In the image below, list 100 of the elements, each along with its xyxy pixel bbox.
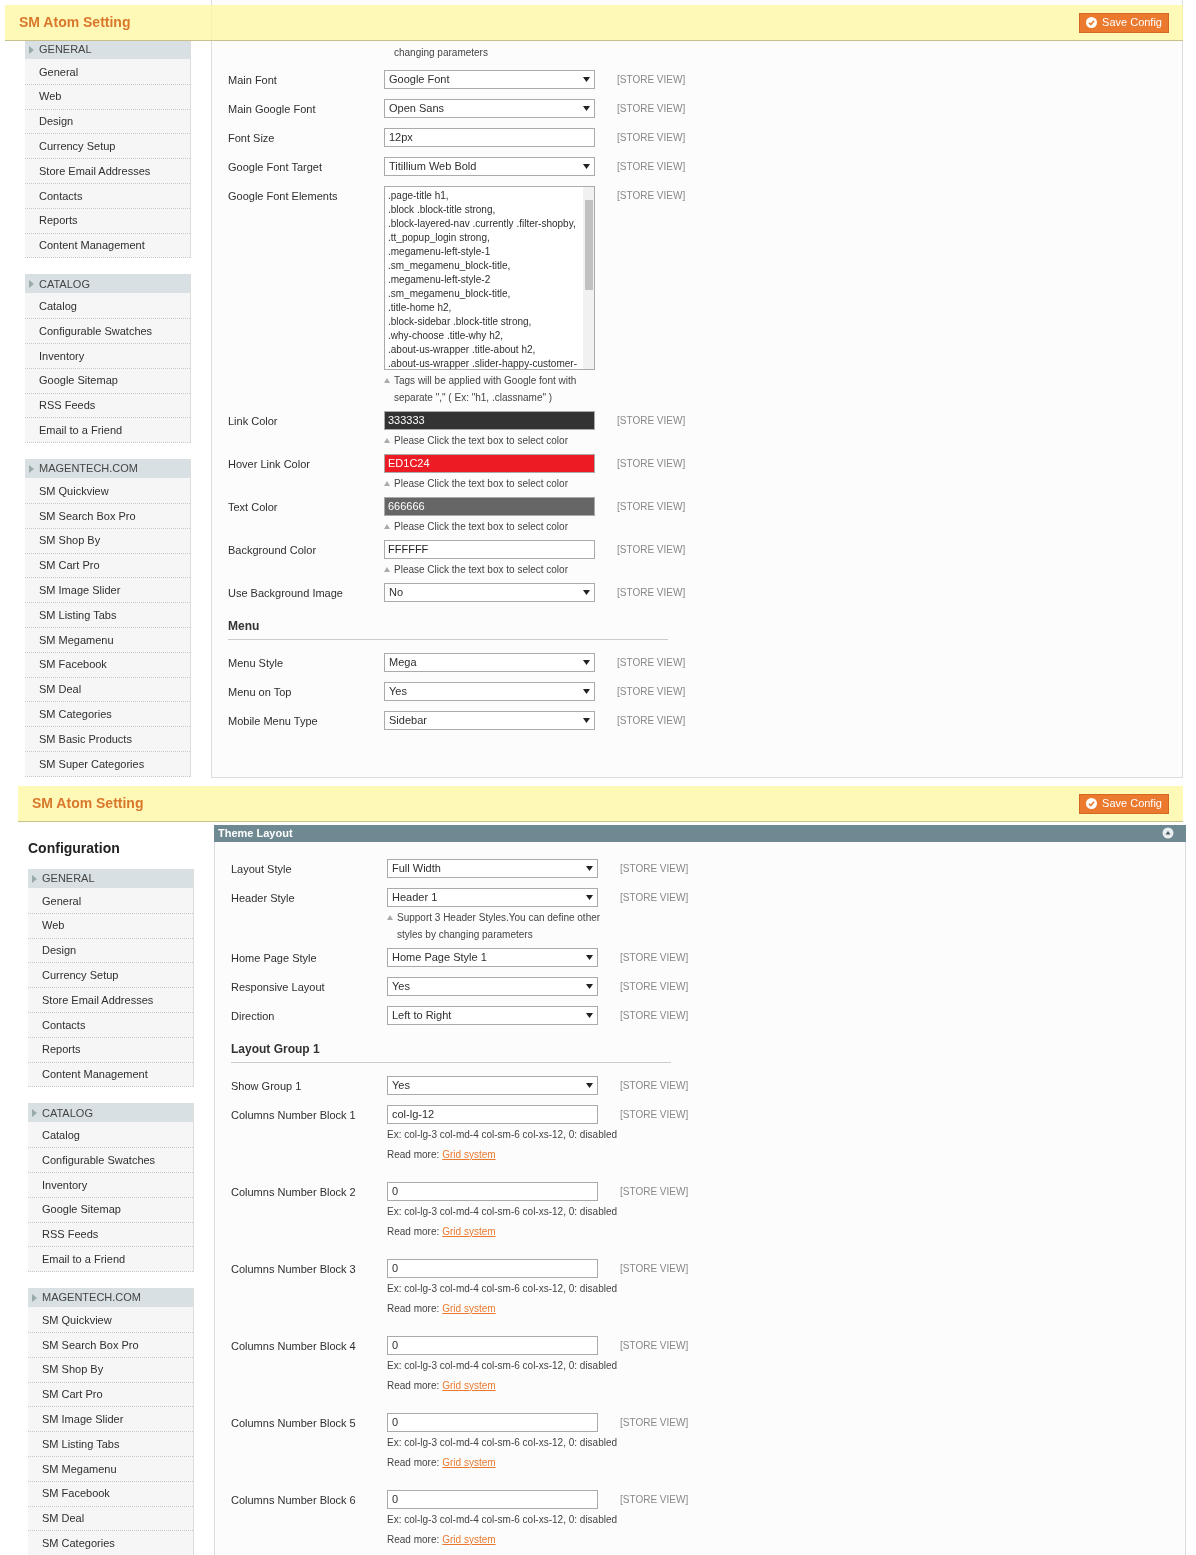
scrollbar[interactable] [583, 187, 594, 369]
sidebar-item[interactable]: Google Sitemap [28, 1197, 193, 1223]
sidebar-item[interactable]: Catalog [28, 1123, 193, 1149]
dropdown-select[interactable]: Yes [384, 682, 595, 701]
color-input-field[interactable]: 666666 [384, 497, 595, 516]
dropdown-select[interactable]: Mega [384, 653, 595, 672]
sidebar-item[interactable]: Design [25, 109, 190, 135]
triangle-icon [387, 914, 393, 920]
input-field[interactable]: 0 [387, 1258, 598, 1278]
dropdown-select[interactable]: Google Font [384, 70, 595, 89]
sidebar-item[interactable]: Currency Setup [28, 963, 193, 989]
sidebar-item[interactable]: SM Facebook [25, 652, 190, 678]
sidebar-item[interactable]: Web [25, 84, 190, 110]
textarea-field[interactable]: .page-title h1, .block .block-title strong, .block-layered-nav .currently .filter-shopby, .tt_popup_login strong, .megamenu-left-style-1 .sm_megamenu_block-title, .megamenu-left-style-2 .sm_megamenu_block-title, .title-home h2, .block-sidebar .block-title strong, .why-choose .title-why h2, .about-us-wrapper .title-about h2, .about-us-wrapper .slider-happy-customer- [384, 186, 595, 370]
note-text: Support 3 Header Styles.You can define other styles by changing parameters [397, 910, 602, 942]
sidebar-item[interactable]: SM Super Categories [25, 751, 190, 777]
sidebar-item[interactable]: SM Listing Tabs [28, 1432, 193, 1457]
sidebar-item[interactable]: Inventory [25, 343, 190, 369]
color-input-field[interactable]: 333333 [384, 411, 595, 430]
dropdown-select[interactable]: Header 1 [387, 887, 598, 907]
dropdown-select[interactable]: Left to Right [387, 1005, 598, 1025]
sidebar-item[interactable]: SM Search Box Pro [25, 503, 190, 529]
dropdown-select[interactable]: No [384, 583, 595, 602]
input-field[interactable]: 0 [387, 1181, 598, 1201]
sidebar-item[interactable]: SM Facebook [28, 1481, 193, 1507]
sidebar-item[interactable]: RSS Feeds [28, 1222, 193, 1248]
input-field[interactable]: 0 [387, 1412, 598, 1432]
dropdown-select[interactable]: Titillium Web Bold [384, 157, 595, 176]
dropdown-select[interactable]: Sidebar [384, 711, 595, 730]
sidebar-item[interactable]: SM Search Box Pro [28, 1332, 193, 1358]
triangle-icon [384, 378, 390, 383]
sidebar-item[interactable]: SM Shop By [28, 1357, 193, 1383]
dropdown-select[interactable]: Home Page Style 1 [387, 947, 598, 967]
sidebar-item[interactable]: SM Deal [28, 1506, 193, 1532]
section-bar[interactable]: Theme Layout [214, 825, 1186, 842]
sidebar-item[interactable]: SM Image Slider [28, 1407, 193, 1433]
sidebar-item[interactable]: SM Quickview [25, 479, 190, 504]
sidebar-item[interactable]: RSS Feeds [25, 393, 190, 419]
sidebar-item[interactable]: Store Email Addresses [25, 159, 190, 184]
sidebar-item[interactable]: SM Megamenu [28, 1456, 193, 1482]
triangle-icon [29, 279, 34, 288]
sidebar-item[interactable]: SM Cart Pro [25, 553, 190, 579]
section-header[interactable]: CATALOG [28, 1103, 193, 1123]
sidebar-item[interactable]: SM Deal [25, 677, 190, 703]
dropdown-select[interactable]: Yes [387, 1075, 598, 1095]
sidebar-item[interactable]: Content Management [25, 233, 190, 259]
sidebar-item[interactable]: Content Management [28, 1062, 193, 1088]
section-header[interactable]: MAGENTECH.COM [28, 1288, 193, 1308]
sidebar-item[interactable]: SM Shop By [25, 528, 190, 554]
sidebar-item[interactable]: Google Sitemap [25, 368, 190, 394]
section-header[interactable]: CATALOG [25, 274, 190, 294]
triangle-icon [32, 874, 37, 883]
color-input-field[interactable]: ED1C24 [384, 454, 595, 473]
field-label: Layout Style [231, 861, 293, 877]
section-header[interactable]: GENERAL [28, 869, 193, 888]
dropdown-select[interactable]: Full Width [387, 858, 598, 878]
sidebar-item[interactable]: Reports [25, 208, 190, 234]
sidebar-item[interactable]: Contacts [28, 1013, 193, 1038]
caret-icon [583, 106, 590, 111]
sidebar-item[interactable]: SM Cart Pro [28, 1382, 193, 1408]
triangle-icon [384, 481, 390, 486]
dropdown-select[interactable]: Yes [387, 976, 598, 996]
triangle-icon [32, 1293, 37, 1302]
dropdown-select[interactable]: Open Sans [384, 99, 595, 118]
sidebar-item[interactable]: General [25, 60, 190, 85]
caret-icon [583, 77, 590, 82]
section-header[interactable]: MAGENTECH.COM [25, 459, 190, 479]
sidebar-item[interactable]: SM Listing Tabs [25, 603, 190, 628]
sidebar-item[interactable]: Contacts [25, 184, 190, 209]
sidebar-item[interactable]: Configurable Swatches [28, 1148, 193, 1173]
scope-label: [STORE VIEW] [617, 102, 686, 116]
triangle-icon [32, 1108, 37, 1117]
sidebar-item[interactable]: Currency Setup [25, 134, 190, 160]
sidebar-item[interactable]: Email to a Friend [28, 1247, 193, 1273]
input-field[interactable]: 12px [384, 128, 595, 147]
field-label: Google Font Elements [228, 189, 339, 204]
sidebar-item[interactable]: Reports [28, 1037, 193, 1063]
sidebar-item[interactable]: SM Image Slider [25, 578, 190, 604]
sidebar-item[interactable]: SM Categories [28, 1531, 193, 1555]
sidebar-item[interactable]: SM Categories [25, 702, 190, 728]
sidebar-item[interactable]: Design [28, 938, 193, 964]
sidebar-item[interactable]: SM Megamenu [25, 627, 190, 653]
scope-label: [STORE VIEW] [617, 73, 686, 87]
color-input-field[interactable]: FFFFFF [384, 540, 595, 559]
input-field[interactable]: col-lg-12 [387, 1104, 598, 1124]
field-label: Direction [231, 1008, 276, 1024]
sidebar-item[interactable]: SM Basic Products [25, 727, 190, 752]
sidebar-item[interactable]: Catalog [25, 294, 190, 320]
scope-label: [STORE VIEW] [620, 1008, 689, 1023]
sidebar-item[interactable]: SM Quickview [28, 1308, 193, 1333]
sidebar-item[interactable]: Store Email Addresses [28, 988, 193, 1013]
hint-text: Ex: col-lg-3 col-md-4 col-sm-6 col-xs-12, 0: disabled [387, 1358, 619, 1373]
input-field[interactable]: 0 [387, 1335, 598, 1355]
sidebar-item[interactable]: Configurable Swatches [25, 319, 190, 344]
sidebar-item[interactable]: General [28, 889, 193, 914]
checkmark-icon [1086, 798, 1098, 809]
sidebar-item[interactable]: Inventory [28, 1172, 193, 1198]
sidebar-item[interactable]: Web [28, 913, 193, 939]
input-field[interactable]: 0 [387, 1489, 598, 1509]
sidebar-item[interactable]: Email to a Friend [25, 418, 190, 444]
